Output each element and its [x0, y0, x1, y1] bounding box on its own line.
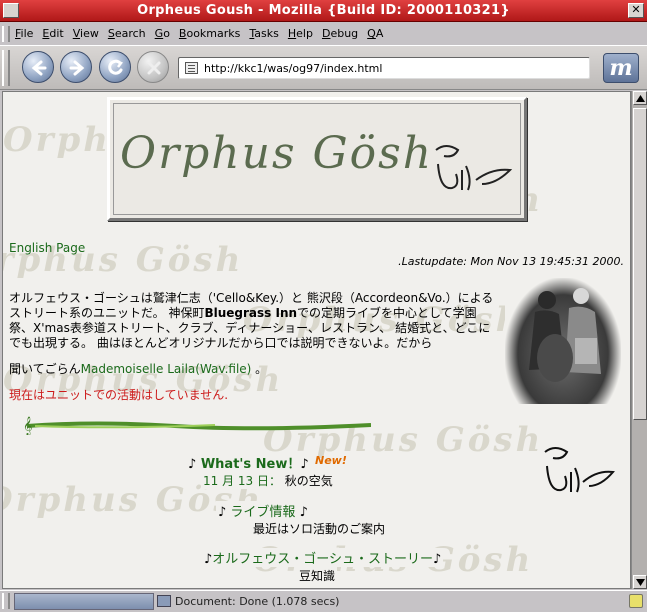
menu-debug[interactable]: Debug — [322, 27, 358, 40]
navbar-grip[interactable] — [2, 50, 10, 86]
vertical-scrollbar[interactable] — [631, 91, 647, 589]
status-bar: Document: Done (1.078 secs) — [0, 590, 647, 612]
window-close-button[interactable]: ✕ — [628, 3, 644, 18]
bird-squiggle-icon — [544, 447, 615, 493]
new-badge: New! — [315, 454, 347, 467]
close-icon: ✕ — [631, 3, 641, 16]
wav-file-link[interactable]: Mademoiselle Laila(Wav.file) — [81, 362, 252, 376]
arrow-down-icon — [636, 579, 645, 586]
mozilla-logo-icon[interactable]: m — [603, 53, 639, 83]
intro-paragraph: オルフェウス・ゴーシュは鷲津仁志（'Cello&Key.）と 熊沢段（Accor… — [9, 291, 494, 350]
live-info-link[interactable]: ♪ ライブ情報 ♪ — [216, 501, 310, 520]
news-date-line: 11 月 13 日： 秋の空気 — [201, 472, 335, 489]
back-arrow-icon — [31, 60, 47, 76]
menu-view[interactable]: View — [73, 27, 99, 40]
window-titlebar: Orpheus Goush - Mozilla {Build ID: 20001… — [0, 0, 647, 22]
inactive-notice: 現在はユニットでの活動はしていません. — [9, 388, 229, 402]
scroll-down-button[interactable] — [633, 575, 647, 589]
last-update-text: .Lastupdate: Mon Nov 13 19:45:31 2000. — [398, 255, 624, 268]
arrow-up-icon — [636, 95, 645, 102]
scroll-up-button[interactable] — [633, 91, 647, 105]
bird-squiggle-icon — [435, 145, 513, 191]
forward-arrow-icon — [69, 60, 85, 76]
live-info-subtitle: 最近はソロ活動のご案内 — [251, 520, 388, 537]
security-lock-icon[interactable] — [629, 594, 643, 608]
navigation-toolbar: http://kkc1/was/og97/index.html m — [0, 45, 647, 90]
svg-text:𝄞: 𝄞 — [23, 416, 32, 435]
status-text: Document: Done (1.078 secs) — [175, 595, 340, 608]
site-banner: Orphus Gösh — [107, 97, 527, 221]
window-title: Orpheus Goush - Mozilla {Build ID: 20001… — [137, 3, 510, 18]
banner-logo-text: Orphus Gösh — [120, 128, 434, 179]
page-icon — [185, 62, 198, 74]
stop-button[interactable] — [137, 51, 169, 83]
music-note-icon: ♪ — [299, 505, 308, 520]
story-subtitle: 豆知識 — [297, 567, 338, 584]
menu-tasks[interactable]: Tasks — [249, 27, 278, 40]
menu-edit[interactable]: Edit — [42, 27, 63, 40]
menu-help[interactable]: Help — [288, 27, 313, 40]
menubar: File Edit View Search Go Bookmarks Tasks… — [0, 24, 647, 44]
url-text[interactable]: http://kkc1/was/og97/index.html — [204, 62, 382, 75]
music-note-icon: ♪ — [433, 552, 442, 567]
page-content: Orphus Gösh Orphus Gösh Orphus Gösh Orph… — [2, 91, 631, 589]
menu-file[interactable]: File — [15, 27, 33, 40]
vine-divider: 𝄞 — [23, 416, 371, 435]
reload-icon — [108, 59, 123, 75]
listen-line: 聞いてごらんMademoiselle Laila(Wav.file) 。 — [9, 362, 268, 376]
forward-button[interactable] — [60, 51, 92, 83]
menu-go[interactable]: Go — [155, 27, 170, 40]
component-bar[interactable] — [14, 593, 154, 610]
story-link[interactable]: ♪オルフェウス・ゴーシュ・ストーリー♪ — [202, 548, 444, 567]
whats-new-link[interactable]: ♪ What's New！♪ — [186, 452, 311, 473]
back-button[interactable] — [22, 51, 54, 83]
stop-icon — [147, 61, 161, 75]
reload-button[interactable] — [99, 51, 131, 83]
menu-bookmarks[interactable]: Bookmarks — [179, 27, 240, 40]
menu-qa[interactable]: QA — [367, 27, 383, 40]
connection-icon — [157, 595, 171, 607]
band-photo — [505, 278, 621, 404]
english-page-link[interactable]: English Page — [9, 241, 85, 255]
menu-search[interactable]: Search — [108, 27, 146, 40]
menubar-grip[interactable] — [2, 26, 10, 42]
url-bar[interactable]: http://kkc1/was/og97/index.html — [178, 57, 590, 79]
statusbar-grip[interactable] — [2, 593, 10, 609]
scrollbar-thumb[interactable] — [633, 108, 647, 420]
bluegrass-inn-text: Bluegrass Inn — [204, 306, 298, 320]
music-note-icon: ♪ — [300, 457, 309, 472]
